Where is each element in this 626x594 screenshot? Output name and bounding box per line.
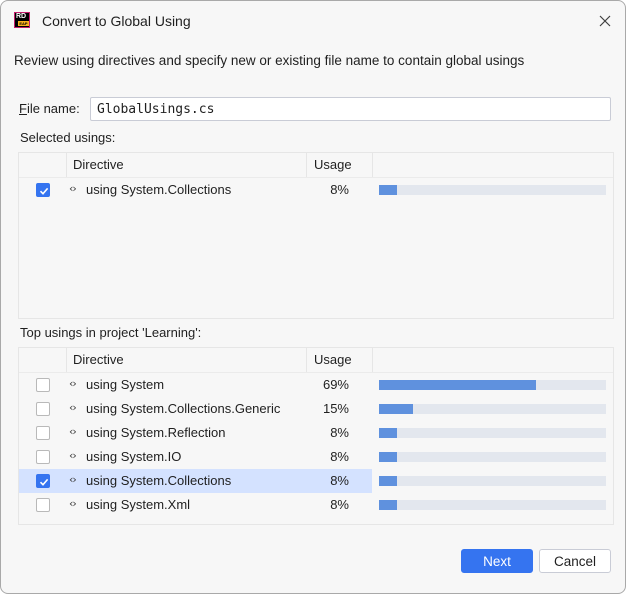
file-name-label-mnemonic: F (19, 101, 27, 116)
file-name-label: File name: (19, 101, 80, 116)
table-header: Directive Usage (19, 348, 613, 373)
usage-bar (379, 380, 606, 390)
column-separator (372, 153, 373, 177)
table-body: ‹› using System 69% ‹› using System.Collecti… (19, 373, 613, 517)
usage-bar (379, 185, 606, 195)
usage-bar-fill (379, 452, 398, 462)
directive-name: using System.Xml (86, 497, 191, 512)
table-header: Directive Usage (19, 153, 613, 178)
selected-usings-table: Directive Usage ‹› using System.Collectio… (18, 152, 614, 319)
usage-bar-fill (379, 476, 398, 486)
row-checkbox[interactable] (36, 498, 50, 512)
column-header-directive[interactable]: Directive (73, 153, 124, 177)
column-separator (306, 153, 307, 177)
directive-name: using System.IO (86, 449, 182, 464)
usage-bar (379, 500, 606, 510)
usage-bar-fill (379, 404, 414, 414)
usage-bar (379, 452, 606, 462)
file-name-label-text: ile name: (26, 101, 80, 116)
column-header-usage[interactable]: Usage (314, 153, 352, 177)
usage-bar-fill (379, 428, 398, 438)
row-checkbox[interactable] (36, 426, 50, 440)
directive-name: using System.Collections (86, 473, 232, 488)
row-checkbox[interactable] (36, 474, 50, 488)
row-checkbox[interactable] (36, 378, 50, 392)
table-body: ‹› using System.Collections 8% (19, 178, 613, 202)
directive-name: using System.Collections (86, 182, 232, 197)
top-usings-label: Top usings in project 'Learning': (20, 325, 202, 340)
row-checkbox[interactable] (36, 402, 50, 416)
check-icon (39, 187, 49, 195)
table-row[interactable]: ‹› using System.Collections 8% (19, 178, 613, 202)
namespace-icon: ‹› (69, 497, 77, 510)
rider-app-logo-icon: RD EAP (14, 12, 30, 28)
usage-percent: 8% (330, 497, 349, 512)
namespace-icon: ‹› (69, 182, 77, 195)
directive-name: using System.Reflection (86, 425, 226, 440)
check-icon (39, 478, 49, 486)
usage-bar-fill (379, 380, 536, 390)
directive-name: using System.Collections.Generic (86, 401, 281, 416)
column-header-directive[interactable]: Directive (73, 348, 124, 372)
usage-bar-fill (379, 500, 398, 510)
namespace-icon: ‹› (69, 473, 77, 486)
namespace-icon: ‹› (69, 425, 77, 438)
app-logo-text: RD (16, 13, 27, 20)
namespace-icon: ‹› (69, 449, 77, 462)
column-header-usage[interactable]: Usage (314, 348, 352, 372)
convert-to-global-using-dialog: RD EAP Convert to Global Using Review us… (0, 0, 626, 594)
next-button[interactable]: Next (461, 549, 533, 573)
table-row[interactable]: ‹› using System.Xml 8% (19, 493, 613, 517)
usage-percent: 69% (322, 377, 349, 392)
usage-percent: 15% (322, 401, 349, 416)
namespace-icon: ‹› (69, 401, 77, 414)
usage-percent: 8% (330, 425, 349, 440)
column-separator (372, 348, 373, 372)
usage-bar (379, 404, 606, 414)
row-checkbox[interactable] (36, 450, 50, 464)
directive-name: using System (86, 377, 165, 392)
file-name-input[interactable] (90, 97, 611, 121)
app-logo-badge: EAP (18, 21, 29, 26)
dialog-description: Review using directives and specify new … (14, 53, 525, 68)
usage-bar-fill (379, 185, 398, 195)
usage-percent: 8% (330, 449, 349, 464)
column-separator (66, 153, 67, 177)
column-separator (66, 348, 67, 372)
usage-bar (379, 428, 606, 438)
dialog-title: Convert to Global Using (42, 13, 191, 29)
cancel-button[interactable]: Cancel (539, 549, 611, 573)
usage-percent: 8% (330, 473, 349, 488)
table-row[interactable]: ‹› using System.IO 8% (19, 445, 613, 469)
close-button[interactable] (595, 11, 615, 31)
table-row[interactable]: ‹› using System 69% (19, 373, 613, 397)
table-row[interactable]: ‹› using System.Collections.Generic 15% (19, 397, 613, 421)
table-row[interactable]: ‹› using System.Reflection 8% (19, 421, 613, 445)
selected-usings-label: Selected usings: (20, 130, 116, 145)
usage-percent: 8% (330, 182, 349, 197)
title-bar: RD EAP Convert to Global Using (1, 1, 625, 41)
usage-bar (379, 476, 606, 486)
top-usings-table: Directive Usage ‹› using System 69% ‹› using… (18, 347, 614, 525)
close-icon (599, 15, 611, 27)
row-checkbox[interactable] (36, 183, 50, 197)
column-separator (306, 348, 307, 372)
table-row[interactable]: ‹› using System.Collections 8% (19, 469, 613, 493)
namespace-icon: ‹› (69, 377, 77, 390)
